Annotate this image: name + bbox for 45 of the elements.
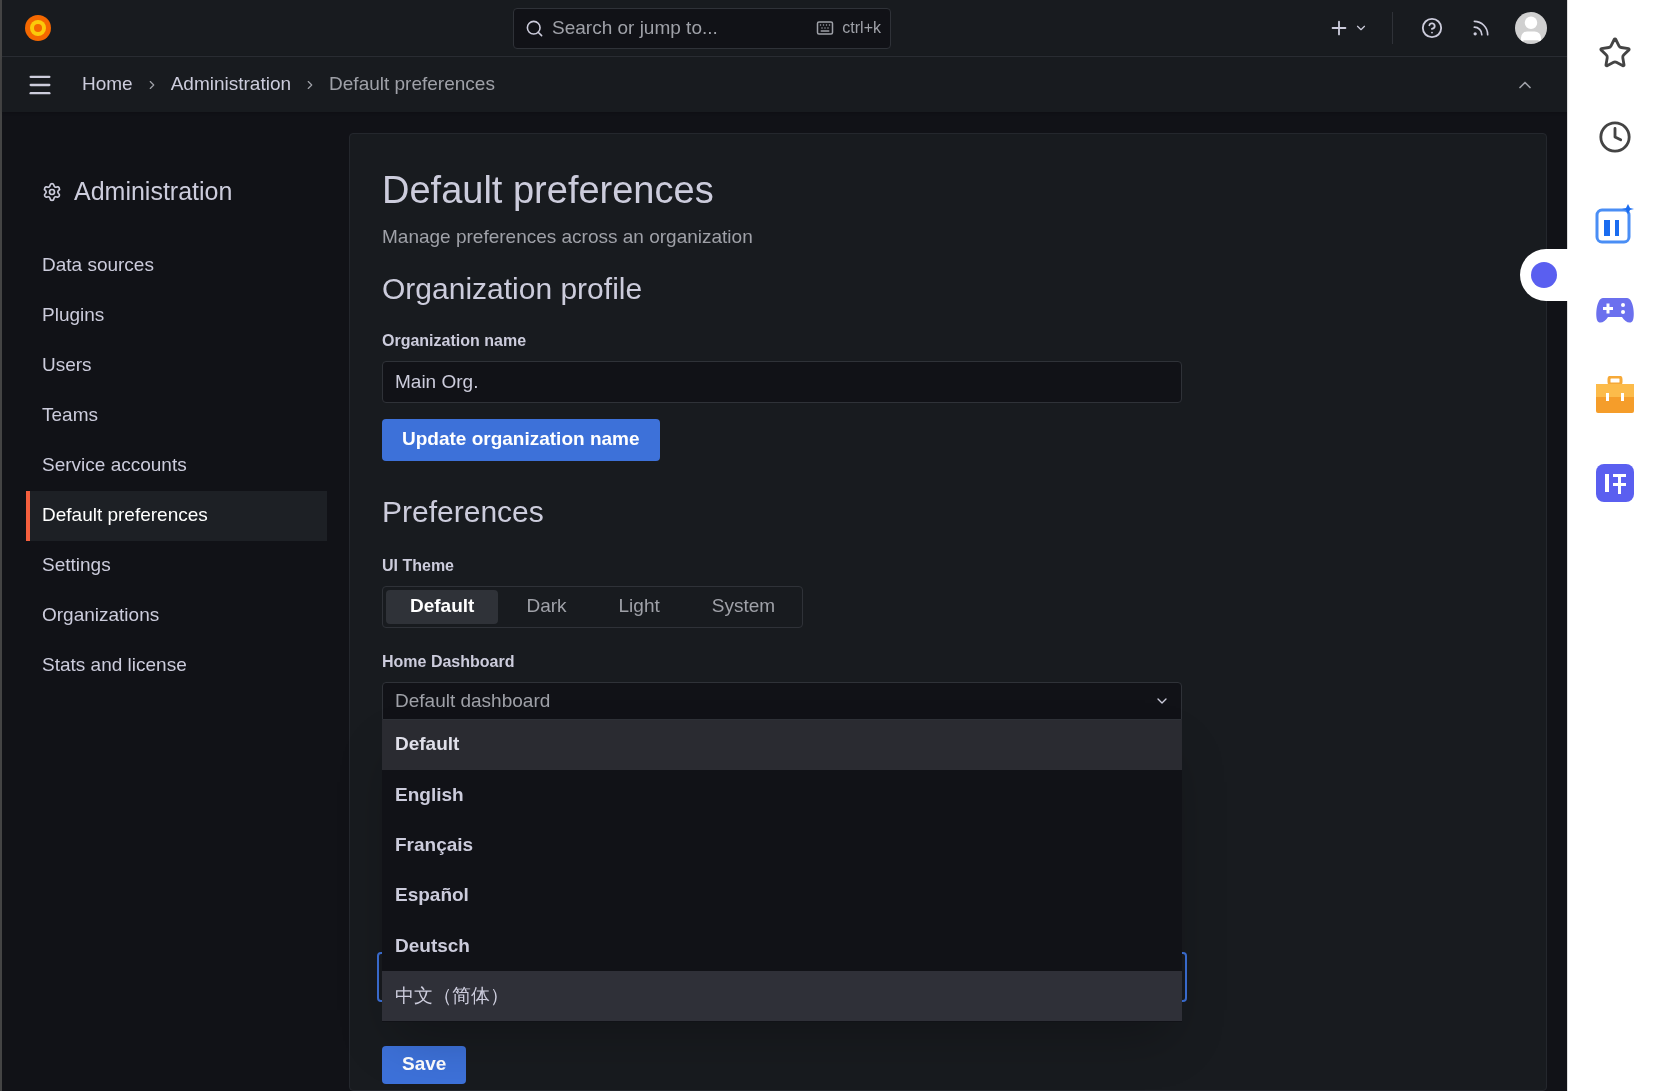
save-button[interactable]: Save [382, 1045, 467, 1084]
field-label: Home Dashboard [382, 651, 516, 672]
section-heading: Preferences [382, 493, 544, 530]
sidebar-title: Administration [74, 176, 233, 207]
sidebar-item[interactable]: Data sources [2, 240, 327, 291]
sidebar-item[interactable]: Plugins [2, 290, 327, 341]
sidebar-item[interactable]: Service accounts [2, 440, 327, 491]
shortcut-hint: ctrl+k [842, 18, 881, 38]
sidebar-item[interactable]: Organizations [2, 590, 327, 641]
help-icon[interactable] [1421, 17, 1443, 39]
theme-option[interactable]: System [687, 589, 800, 624]
menu-option[interactable]: 中文（简体） [382, 971, 1182, 1022]
sidebar-item[interactable]: Users [2, 340, 327, 391]
organization-name-field[interactable]: Main Org. [382, 360, 1182, 403]
avatar[interactable] [1515, 12, 1547, 44]
update-organization-button[interactable]: Update organization name [382, 418, 660, 461]
menu-option[interactable]: English [382, 769, 1182, 821]
breadcrumb-link[interactable]: Administration [170, 70, 292, 99]
page-subtitle: Manage preferences across an organization [382, 225, 753, 249]
keyboard-icon [816, 19, 835, 37]
logo-icon[interactable] [22, 12, 54, 44]
theme-option[interactable]: Light [594, 589, 684, 624]
theme-option[interactable]: Dark [502, 589, 591, 624]
sidebar-item[interactable]: Default preferences [26, 490, 327, 541]
theme-option[interactable]: Default [386, 589, 499, 624]
menu-option[interactable]: Deutsch [382, 920, 1182, 971]
home-dashboard-select[interactable]: Default dashboard [382, 681, 1182, 720]
star-icon[interactable] [1597, 36, 1632, 70]
rss-icon[interactable] [1471, 18, 1491, 38]
page-title: Default preferences [382, 168, 714, 213]
clock-icon[interactable] [1597, 120, 1632, 154]
menu-option[interactable]: Français [382, 820, 1182, 871]
section-heading: Organization profile [382, 270, 643, 307]
menu-option[interactable]: Español [382, 870, 1182, 921]
field-label: UI Theme [382, 555, 455, 576]
field-label: Organization name [382, 330, 528, 351]
sidebar-item[interactable]: Stats and license [2, 640, 327, 691]
breadcrumb-link[interactable]: Default preferences [329, 70, 495, 99]
sidebar-item[interactable]: Settings [2, 540, 327, 591]
search-icon [525, 18, 544, 38]
menu-option[interactable]: Default [382, 719, 1182, 770]
settings-icon [42, 181, 62, 202]
sidebar-item[interactable]: Teams [2, 390, 327, 441]
breadcrumb-link[interactable]: Home [82, 70, 133, 99]
translate-tab[interactable] [1520, 249, 1568, 301]
